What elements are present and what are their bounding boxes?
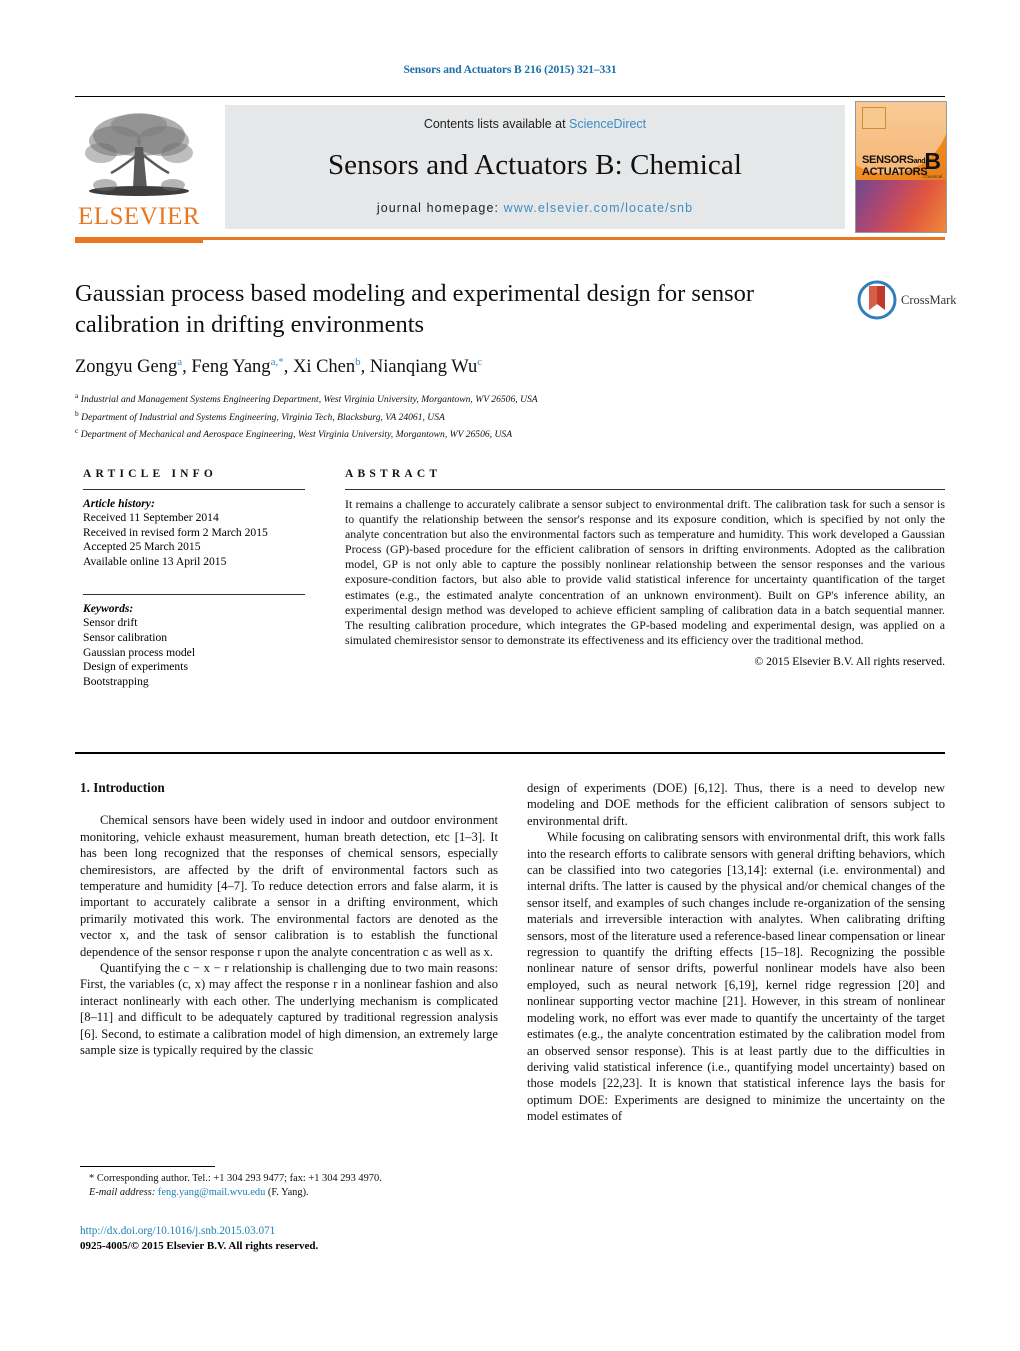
elsevier-logo: ELSEVIER [75, 107, 203, 243]
paragraph: Quantifying the c − x − r relationship i… [80, 961, 498, 1058]
abstract-divider [345, 489, 945, 490]
affiliation-marker: c [75, 426, 79, 436]
email-suffix: (F. Yang). [267, 1186, 309, 1198]
crossmark-badge[interactable]: CrossMark [857, 280, 957, 326]
issn-copyright-line: 0925-4005/© 2015 Elsevier B.V. All right… [80, 1240, 319, 1252]
paragraph: While focusing on calibrating sensors wi… [527, 830, 945, 1124]
affiliation-text: Department of Mechanical and Aerospace E… [80, 429, 513, 441]
cover-line1-text: SENSORS [862, 154, 914, 166]
keywords-divider [83, 594, 305, 596]
title-block: Gaussian process based modeling and expe… [75, 278, 957, 442]
abstract-body: It remains a challenge to accurately cal… [345, 497, 945, 647]
email-label: E-mail address: [89, 1186, 156, 1198]
journal-masthead: ELSEVIER Contents lists available at Sci… [75, 96, 947, 245]
author-affil-marker[interactable]: a [177, 356, 182, 368]
journal-homepage-line: journal homepage: www.elsevier.com/locat… [225, 201, 845, 215]
doi-block: http://dx.doi.org/10.1016/j.snb.2015.03.… [80, 1224, 500, 1254]
author-name: Xi Chen [292, 357, 356, 378]
cover-sublabel: Chemical [923, 174, 942, 179]
email-note: E-mail address: feng.yang@mail.wvu.edu (… [80, 1186, 498, 1200]
journal-homepage-link[interactable]: www.elsevier.com/locate/snb [504, 201, 694, 215]
affiliation-text: Industrial and Management Systems Engine… [80, 394, 538, 406]
article-info-heading: ARTICLE INFO [83, 468, 218, 480]
journal-banner: Contents lists available at ScienceDirec… [225, 105, 845, 229]
body-divider-rule [75, 752, 945, 754]
crossmark-icon [857, 280, 897, 320]
crossmark-label: CrossMark [901, 293, 957, 307]
journal-cover-thumbnail: SENSORSand ACTUATORS B Chemical [855, 101, 947, 233]
paragraph: Chemical sensors have been widely used i… [80, 813, 498, 959]
corresponding-author-note: * Corresponding author. Tel.: +1 304 293… [80, 1172, 498, 1186]
keyword-item: Bootstrapping [83, 674, 149, 688]
affiliation-item: a Industrial and Management Systems Engi… [75, 389, 945, 407]
cover-bottom-gradient [856, 180, 946, 232]
author-affil-marker[interactable]: a,* [271, 356, 284, 368]
elsevier-wordmark: ELSEVIER [77, 203, 201, 230]
affiliation-marker: a [75, 391, 79, 401]
keywords-label: Keywords: [83, 602, 134, 616]
history-item: Accepted 25 March 2015 [83, 540, 201, 554]
author-list: Zongyu Genga, Feng Yanga,*, Xi Chenb, Ni… [75, 356, 483, 378]
abstract-column: ABSTRACT It remains a challenge to accur… [345, 468, 945, 668]
journal-title: Sensors and Actuators B: Chemical [327, 149, 743, 181]
abstract-heading: ABSTRACT [345, 468, 442, 480]
section-heading-introduction: 1. Introduction [80, 780, 165, 795]
email-link[interactable]: feng.yang@mail.wvu.edu [158, 1187, 265, 1198]
affiliation-text: Department of Industrial and Systems Eng… [81, 411, 445, 423]
cover-elsevier-mark [862, 107, 886, 129]
footnote-rule [80, 1166, 215, 1167]
keyword-item: Gaussian process model [83, 645, 196, 659]
author-name: Feng Yang [191, 357, 271, 378]
footnote-block: * Corresponding author. Tel.: +1 304 293… [80, 1172, 498, 1199]
abstract-copyright: © 2015 Elsevier B.V. All rights reserved… [754, 654, 945, 668]
body-column-left: 1. Introduction Chemical sensors have be… [80, 780, 498, 1059]
keyword-item: Design of experiments [83, 660, 188, 674]
keyword-item: Sensor drift [83, 616, 138, 630]
masthead-orange-rule [75, 237, 945, 240]
paper-page: Sensors and Actuators B 216 (2015) 321–3… [0, 0, 1020, 1351]
article-history-label: Article history: [83, 497, 155, 510]
cover-series-letter: B [924, 148, 941, 174]
author-affil-marker[interactable]: b [355, 356, 361, 368]
history-item: Received in revised form 2 March 2015 [83, 525, 268, 539]
article-info-column: ARTICLE INFO Article history: Received 1… [83, 468, 305, 689]
author-name: Nianqiang Wu [369, 357, 478, 378]
affiliation-item: c Department of Mechanical and Aerospace… [75, 424, 945, 442]
running-head: Sensors and Actuators B 216 (2015) 321–3… [403, 64, 617, 76]
cover-title-line2: ACTUATORS [862, 166, 928, 178]
page-title: Gaussian process based modeling and expe… [75, 280, 755, 338]
history-item: Received 11 September 2014 [83, 511, 219, 524]
corresponding-marker: * [89, 1173, 95, 1184]
contents-lists-line: Contents lists available at ScienceDirec… [225, 117, 845, 131]
article-info-divider [83, 489, 305, 490]
homepage-prefix: journal homepage: [376, 201, 504, 215]
doi-link[interactable]: http://dx.doi.org/10.1016/j.snb.2015.03.… [80, 1224, 500, 1239]
affiliation-list: a Industrial and Management Systems Engi… [75, 389, 945, 442]
author-name: Zongyu Geng [75, 357, 178, 378]
body-column-right: design of experiments (DOE) [6,12]. Thus… [527, 780, 945, 1125]
affiliation-marker: b [75, 408, 79, 418]
cover-title-line1: SENSORSand [862, 154, 926, 166]
affiliation-item: b Department of Industrial and Systems E… [75, 407, 945, 425]
corresponding-text: Corresponding author. Tel.: +1 304 293 9… [96, 1173, 382, 1184]
author-affil-marker[interactable]: c [477, 356, 482, 368]
keyword-item: Sensor calibration [83, 630, 168, 644]
elsevier-tree-icon [85, 113, 193, 196]
paragraph: design of experiments (DOE) [6,12]. Thus… [527, 781, 945, 828]
contents-prefix: Contents lists available at [423, 117, 570, 131]
history-item: Available online 13 April 2015 [83, 554, 227, 568]
sciencedirect-link[interactable]: ScienceDirect [569, 117, 646, 131]
